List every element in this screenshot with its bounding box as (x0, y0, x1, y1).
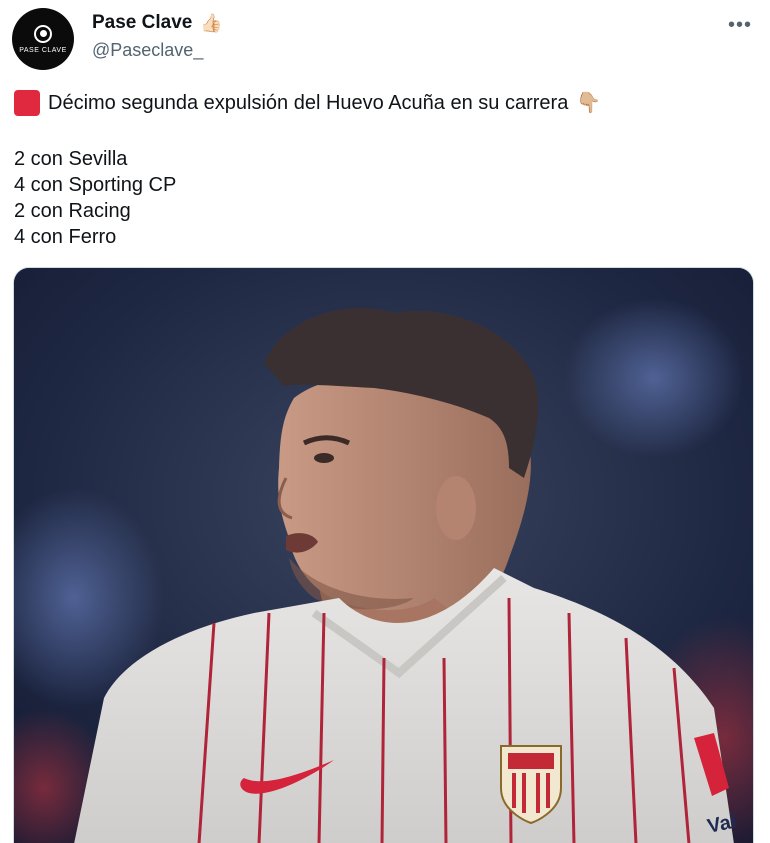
avatar-logo-text: PASE CLAVE (19, 46, 67, 54)
list-item: 4 con Sporting CP (14, 174, 177, 196)
user-handle[interactable]: @Paseclave_ (92, 40, 203, 61)
author-name-row: Pase Clave 👍🏻 (92, 12, 223, 34)
avatar-emblem-icon (34, 24, 52, 43)
tweet-list: 2 con Sevilla 4 con Sporting CP 2 con Ra… (14, 146, 754, 250)
display-name[interactable]: Pase Clave (92, 12, 192, 34)
player-photo: Val (14, 268, 753, 843)
thumbs-up-emoji-icon: 👍🏻 (200, 13, 223, 33)
list-item: 4 con Ferro (14, 226, 117, 248)
tweet-text: Décimo segunda expulsión del Huevo Acuña… (14, 90, 754, 250)
avatar[interactable]: PASE CLAVE (12, 8, 74, 70)
more-options-icon[interactable]: ••• (728, 14, 752, 37)
tweet-headline: Décimo segunda expulsión del Huevo Acuña… (48, 92, 569, 114)
tweet-media-image[interactable]: Val (13, 267, 754, 843)
list-item: 2 con Racing (14, 200, 131, 222)
list-item: 2 con Sevilla (14, 148, 128, 170)
red-card-icon (14, 90, 40, 116)
pointing-down-emoji-icon: 👇🏼 (576, 92, 602, 114)
tweet-headline-line: Décimo segunda expulsión del Huevo Acuña… (14, 90, 754, 116)
